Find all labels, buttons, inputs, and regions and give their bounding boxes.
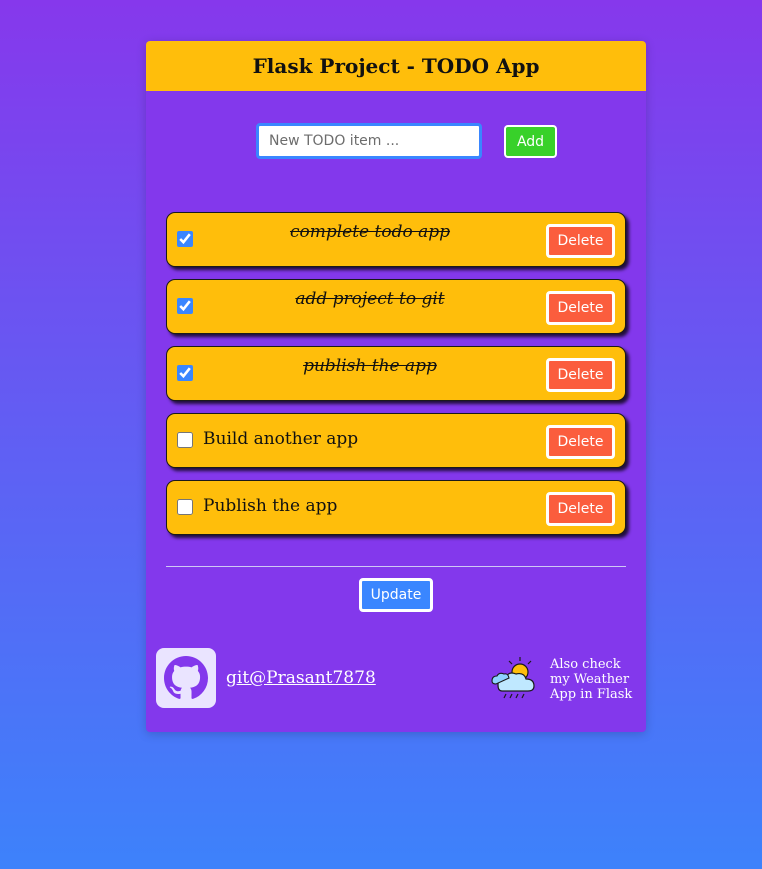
footer: git@Prasant7878 Also check my Weather Ap… — [146, 648, 646, 708]
todo-item: Publish the app Delete — [166, 480, 626, 535]
todo-text: complete todo app — [289, 222, 451, 242]
todo-card: Flask Project - TODO App Add complete to… — [146, 41, 646, 732]
todo-text: Publish the app — [203, 496, 338, 516]
delete-button[interactable]: Delete — [546, 425, 615, 459]
todo-text: Build another app — [203, 429, 359, 449]
todo-checkbox[interactable] — [177, 432, 193, 448]
todo-text: publish the app — [303, 356, 437, 376]
todo-text: add project to git — [295, 289, 445, 309]
delete-button[interactable]: Delete — [546, 492, 615, 526]
card-header: Flask Project - TODO App — [146, 41, 646, 91]
todo-list: complete todo app Delete add project to … — [166, 212, 626, 547]
github-icon — [164, 656, 208, 699]
weather-app-link[interactable]: Also check my Weather App in Flask — [550, 657, 642, 702]
new-todo-input[interactable] — [256, 123, 482, 159]
todo-item: complete todo app Delete — [166, 212, 626, 267]
todo-item: Build another app Delete — [166, 413, 626, 468]
page-title: Flask Project - TODO App — [252, 54, 540, 78]
delete-button[interactable]: Delete — [546, 291, 615, 325]
todo-checkbox[interactable] — [177, 499, 193, 515]
delete-button[interactable]: Delete — [546, 224, 615, 258]
delete-button[interactable]: Delete — [546, 358, 615, 392]
weather-cloud-sun-rain-icon[interactable] — [490, 655, 542, 701]
todo-item: publish the app Delete — [166, 346, 626, 401]
divider — [166, 566, 626, 567]
github-badge[interactable] — [156, 648, 216, 708]
add-button[interactable]: Add — [504, 125, 557, 158]
github-link[interactable]: git@Prasant7878 — [226, 668, 376, 688]
todo-item: add project to git Delete — [166, 279, 626, 334]
update-button[interactable]: Update — [359, 578, 433, 612]
add-todo-form: Add — [146, 123, 646, 159]
